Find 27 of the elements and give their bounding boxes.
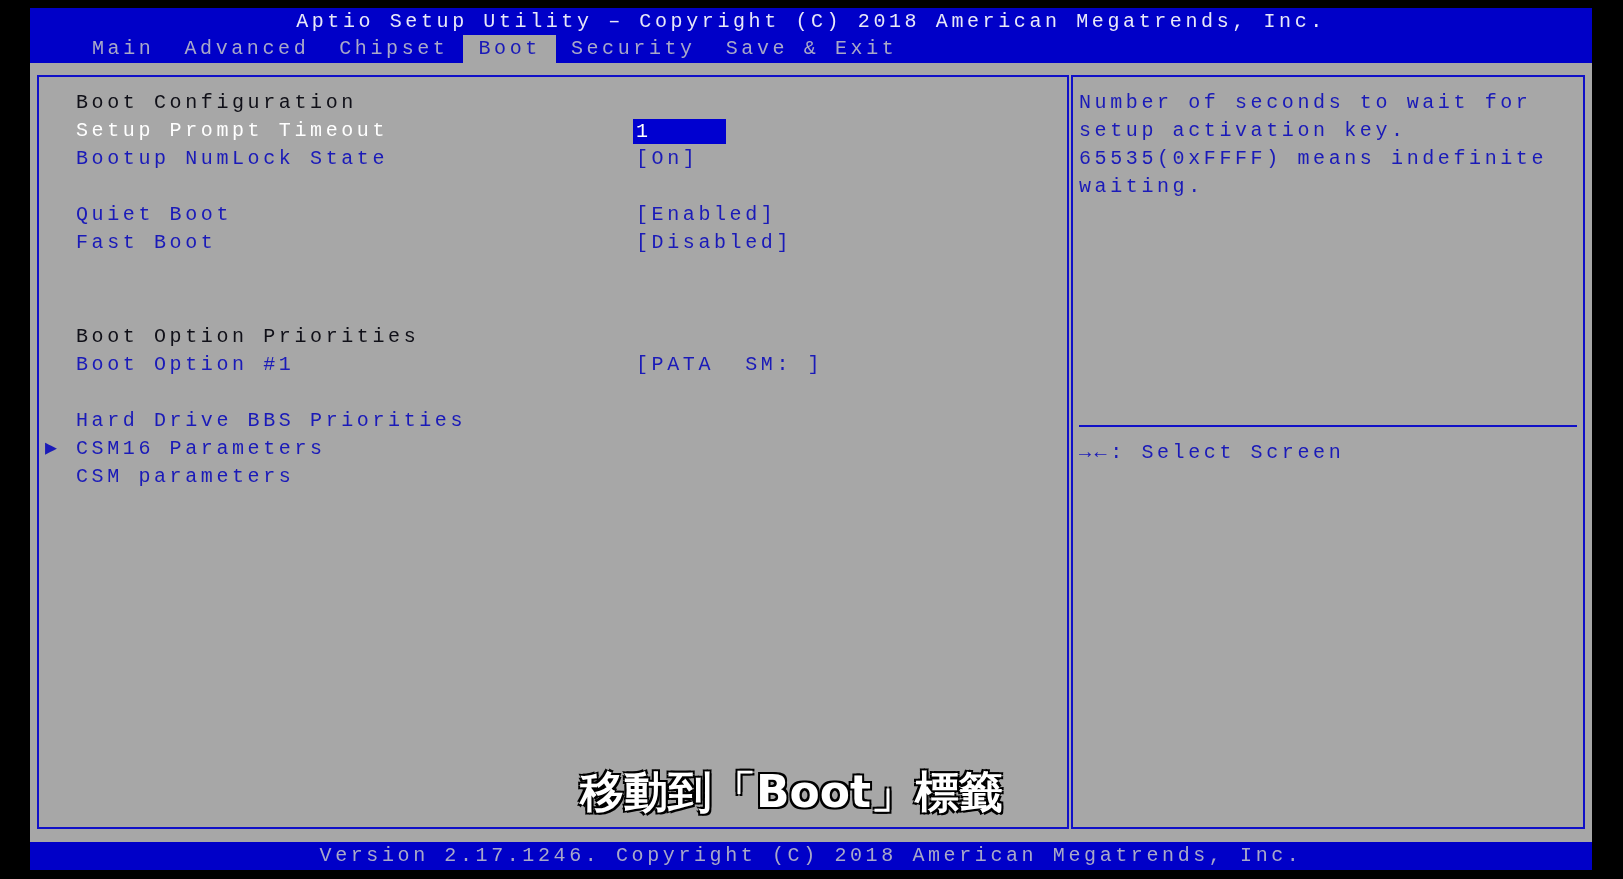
menu-tab[interactable]: Save & Exit bbox=[710, 35, 913, 63]
menu-tab[interactable]: Boot bbox=[463, 35, 556, 63]
menu-tab[interactable]: Chipset bbox=[324, 35, 464, 63]
setting-value[interactable]: [Enabled] bbox=[636, 201, 777, 229]
menu-tab[interactable]: Security bbox=[555, 35, 711, 63]
submenu-link[interactable]: CSM16 Parameters bbox=[76, 435, 326, 463]
footer-text: Version 2.17.1246. Copyright (C) 2018 American Megatrends, Inc. bbox=[319, 843, 1303, 869]
window-title: Aptio Setup Utility – Copyright (C) 2018 American Megatrends, Inc. bbox=[296, 9, 1326, 35]
subtitle-caption: 移動到「Boot」標籤 bbox=[580, 765, 1004, 819]
submenu-marker: ▶ bbox=[45, 436, 58, 462]
section-heading: Boot Option Priorities bbox=[76, 324, 420, 350]
setting-value[interactable]: [PATA SM: ] bbox=[636, 351, 824, 379]
submenu-link[interactable]: Hard Drive BBS Priorities bbox=[76, 407, 467, 435]
setting-label[interactable]: Bootup NumLock State bbox=[76, 145, 636, 173]
setting-value[interactable]: [Disabled] bbox=[636, 229, 793, 257]
setting-label[interactable]: Setup Prompt Timeout bbox=[76, 117, 636, 145]
setting-label[interactable]: Quiet Boot bbox=[76, 201, 636, 229]
setting-label[interactable]: Boot Option #1 bbox=[76, 351, 636, 379]
menu-tab[interactable]: Advanced bbox=[169, 35, 325, 63]
section-heading: Boot Configuration bbox=[76, 90, 357, 116]
key-hint: →←: Select Screen bbox=[1079, 440, 1345, 466]
submenu-link[interactable]: CSM parameters bbox=[76, 463, 295, 491]
help-text: Number of seconds to wait for setup activation key. 65535(0xFFFF) means indefinite waiting. bbox=[1079, 90, 1549, 200]
setting-value[interactable]: [On] bbox=[636, 145, 699, 173]
setting-label[interactable]: Fast Boot bbox=[76, 229, 636, 257]
menu-tab[interactable]: Main bbox=[77, 35, 170, 63]
value-field[interactable]: 1 bbox=[633, 118, 726, 144]
